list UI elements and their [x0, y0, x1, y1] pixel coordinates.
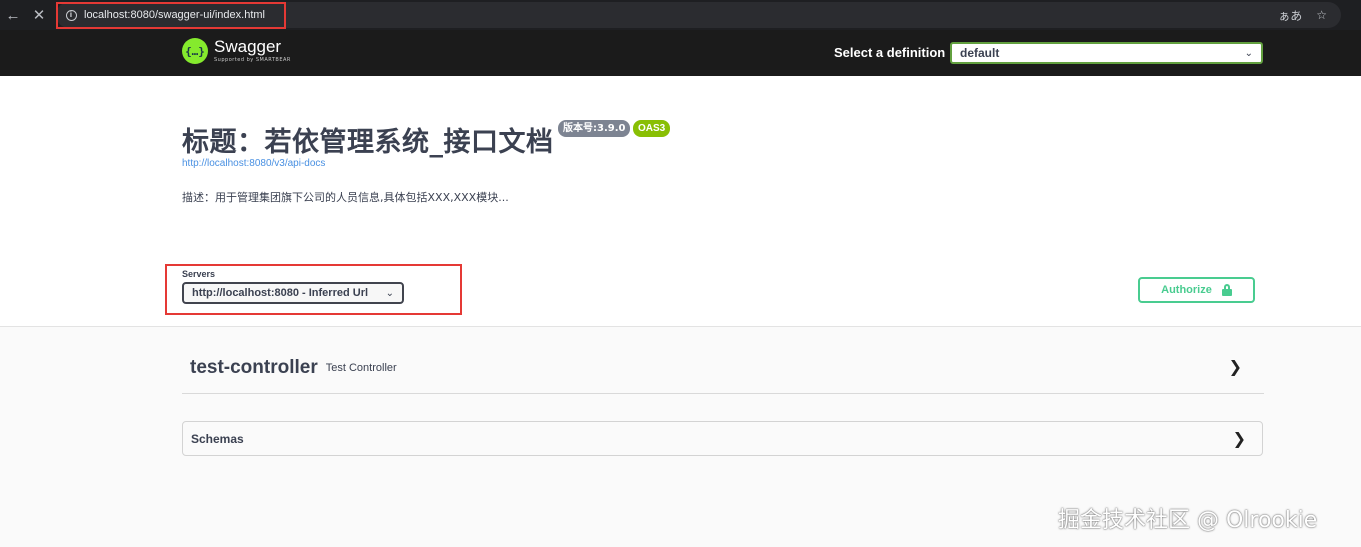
info-icon[interactable]: i: [60, 2, 82, 28]
servers-select[interactable]: http://localhost:8080 - Inferred Url ⌄: [182, 282, 404, 304]
chevron-down-icon: ⌄: [1244, 47, 1253, 59]
translate-icon[interactable]: ぁあ: [1278, 7, 1302, 24]
page-title: 标题：若依管理系统_接口文档: [182, 127, 554, 158]
schemas-label: Schemas: [191, 431, 244, 446]
info-section: 标题：若依管理系统_接口文档 版本号:3.9.0 OAS3 http://loc…: [0, 76, 1361, 238]
swagger-topbar: {…} Swagger Supported by SMARTBEAR Selec…: [0, 30, 1361, 76]
schemas-section[interactable]: Schemas ❯: [182, 421, 1263, 456]
servers-value: http://localhost:8080 - Inferred Url: [192, 287, 369, 299]
swagger-logo-icon: {…}: [182, 38, 208, 64]
description: 描述：用于管理集团旗下公司的人员信息,具体包括XXX,XXX模块...: [182, 191, 509, 204]
oas-badge: OAS3: [633, 120, 671, 137]
chevron-right-icon[interactable]: ❯: [1229, 357, 1242, 376]
tag-test-controller[interactable]: test-controller Test Controller ❯: [182, 343, 1264, 394]
lock-icon: [1221, 284, 1232, 296]
back-arrow-icon[interactable]: ←: [0, 0, 26, 30]
servers-label: Servers: [182, 269, 216, 279]
chevron-down-icon: ⌄: [385, 287, 394, 299]
authorize-button[interactable]: Authorize: [1138, 277, 1255, 303]
star-icon[interactable]: ☆: [1316, 8, 1327, 22]
tag-name[interactable]: test-controller: [190, 357, 318, 379]
address-bar[interactable]: i localhost:8080/swagger-ui/index.html ぁ…: [56, 2, 1341, 28]
authorize-label: Authorize: [1161, 284, 1212, 296]
swagger-logo-name: Swagger: [214, 37, 282, 56]
definition-value: default: [960, 46, 1000, 60]
swagger-logo[interactable]: {…} Swagger Supported by SMARTBEAR: [182, 38, 291, 64]
chevron-right-icon[interactable]: ❯: [1233, 429, 1246, 448]
tag-description: Test Controller: [325, 362, 397, 374]
close-icon[interactable]: ✕: [26, 0, 52, 30]
definition-label: Select a definition: [834, 45, 946, 60]
watermark: 掘金技术社区 @ Olrookie: [1058, 508, 1318, 533]
definition-select[interactable]: default ⌄: [950, 42, 1263, 64]
api-docs-link[interactable]: http://localhost:8080/v3/api-docs: [182, 158, 325, 169]
version-badge: 版本号:3.9.0: [558, 120, 631, 137]
url-text[interactable]: localhost:8080/swagger-ui/index.html: [84, 9, 265, 21]
swagger-logo-sub: Supported by SMARTBEAR: [214, 57, 291, 63]
servers-section: Servers http://localhost:8080 - Inferred…: [0, 238, 1361, 327]
